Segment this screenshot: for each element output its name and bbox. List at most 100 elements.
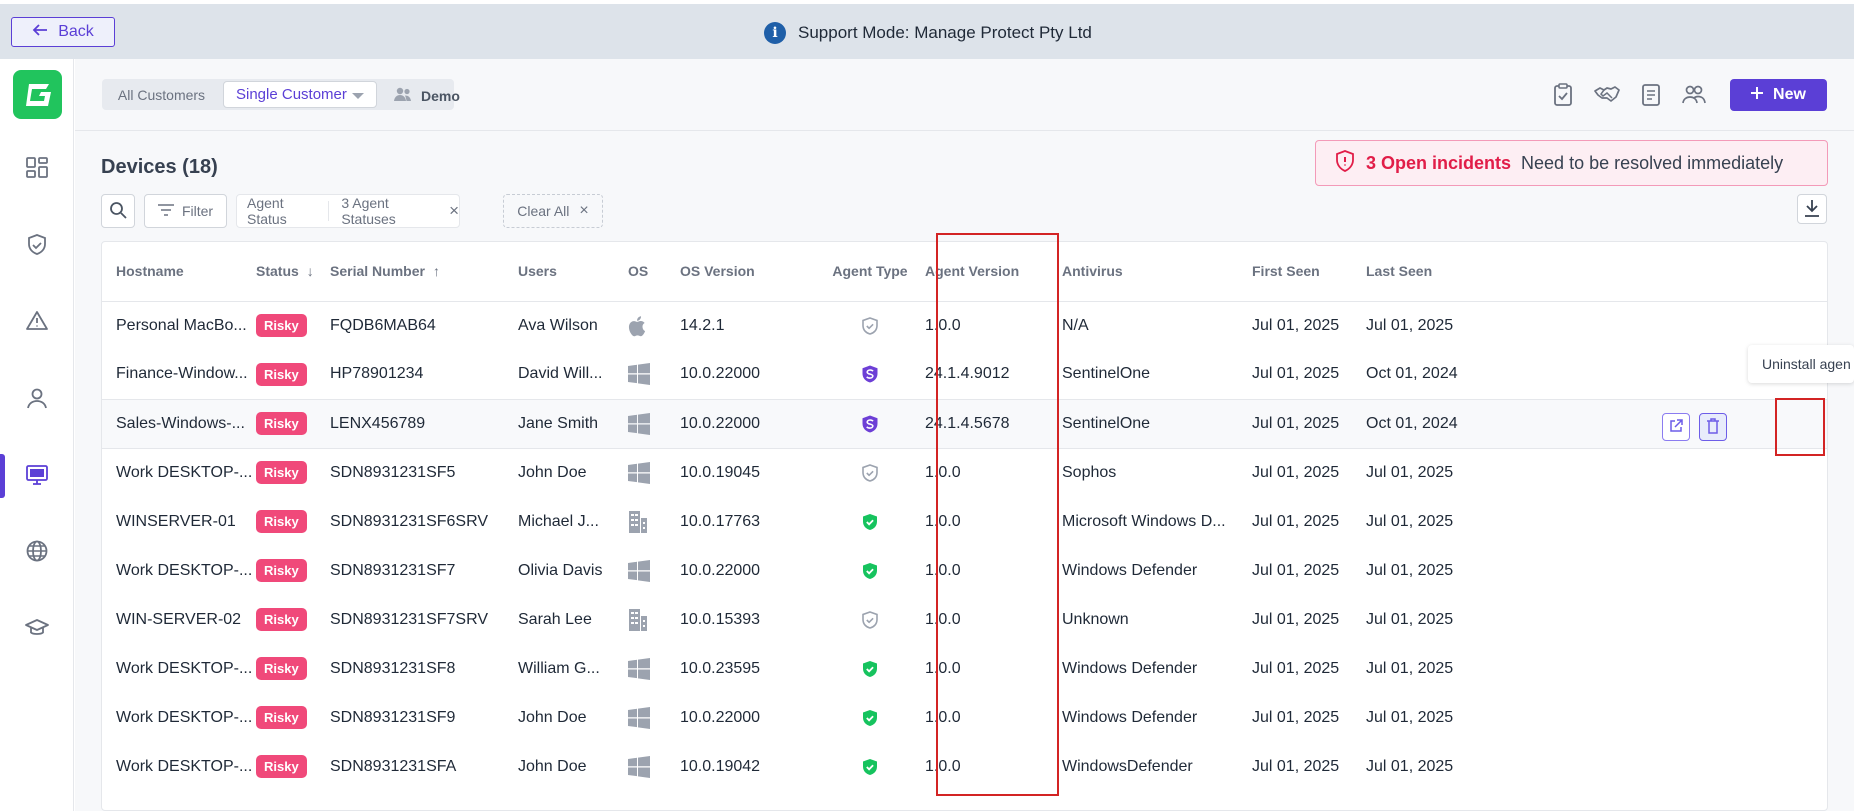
nav-dashboard[interactable] <box>0 147 74 191</box>
cell-actions <box>1486 497 1827 546</box>
cell-user: David Will... <box>518 365 603 383</box>
cell-os <box>628 497 680 546</box>
status-badge: Risky <box>256 706 307 729</box>
cell-serial-number: FQDB6MAB64 <box>330 316 436 334</box>
new-button-label: New <box>1773 86 1806 103</box>
status-badge: Risky <box>256 559 307 582</box>
col-os-version[interactable]: OS Version <box>680 242 820 302</box>
cell-os-version: 10.0.22000 <box>680 365 761 383</box>
table-row[interactable]: Work DESKTOP-... Risky SDN8931231SFA John D… <box>102 742 1827 791</box>
table-header: Hostname Status ↓ Serial Number ↑ Users OS… <box>102 242 1827 302</box>
col-agent-type[interactable]: Agent Type <box>820 242 920 302</box>
external-link-icon <box>1669 418 1683 436</box>
cell-hostname[interactable]: Sales-Windows-... <box>102 398 256 449</box>
table-row[interactable]: Work DESKTOP-... Risky SDN8931231SF8 Willia… <box>102 644 1827 693</box>
cell-hostname[interactable]: Work DESKTOP-... <box>102 742 256 791</box>
all-customers-tab[interactable]: All Customers <box>102 79 221 110</box>
cell-user: John Doe <box>518 757 587 775</box>
close-icon[interactable]: × <box>449 201 459 221</box>
col-agent-version[interactable]: Agent Version <box>920 242 1062 302</box>
partners-button[interactable] <box>1594 83 1620 109</box>
cell-os-version: 10.0.22000 <box>680 561 761 579</box>
col-serial-number[interactable]: Serial Number ↑ <box>330 242 518 302</box>
clipboard-check-button[interactable] <box>1550 82 1576 109</box>
cell-last-seen: Jul 01, 2025 <box>1366 316 1454 334</box>
incident-alert[interactable]: 3 Open incidents Need to be resolved imm… <box>1315 140 1828 186</box>
uninstall-agent-button[interactable] <box>1699 413 1727 441</box>
open-device-button[interactable] <box>1662 413 1690 441</box>
nav-training[interactable] <box>0 607 74 651</box>
col-actions <box>1486 242 1827 302</box>
agent-status-filter-chip[interactable]: Agent Status 3 Agent Statuses × <box>236 194 460 228</box>
dashboard-icon <box>24 155 50 184</box>
search-button[interactable] <box>101 194 135 228</box>
cell-hostname[interactable]: Work DESKTOP-... <box>102 644 256 693</box>
filter-button[interactable]: Filter <box>144 194 227 228</box>
table-row[interactable]: Work DESKTOP-... Risky SDN8931231SF9 John D… <box>102 693 1827 742</box>
cell-hostname[interactable]: Work DESKTOP-... <box>102 693 256 742</box>
cell-hostname[interactable]: Finance-Window... <box>102 350 256 399</box>
clear-all-button[interactable]: Clear All × <box>503 194 603 228</box>
nav-devices[interactable] <box>0 454 74 498</box>
cell-first-seen: Jul 01, 2025 <box>1252 365 1340 383</box>
cell-os-version: 10.0.19042 <box>680 757 761 775</box>
incident-count: 3 Open incidents <box>1366 152 1512 173</box>
download-icon <box>1804 199 1820 220</box>
cell-last-seen: Jul 01, 2025 <box>1366 708 1454 726</box>
team-button[interactable] <box>1681 83 1707 109</box>
cell-status: Risky <box>256 497 330 546</box>
handshake-icon <box>1594 84 1620 109</box>
cell-hostname[interactable]: Work DESKTOP-... <box>102 546 256 595</box>
table-row[interactable]: Personal MacBo... Risky FQDB6MAB64 Ava Wils… <box>102 301 1827 350</box>
cell-actions <box>1486 693 1827 742</box>
globe-icon <box>24 538 50 567</box>
download-button[interactable] <box>1797 194 1827 224</box>
cell-antivirus: Sophos <box>1062 463 1117 481</box>
cell-last-seen: Oct 01, 2024 <box>1366 398 1486 449</box>
table-row[interactable]: Work DESKTOP-... Risky SDN8931231SF5 John D… <box>102 448 1827 497</box>
col-antivirus[interactable]: Antivirus <box>1062 242 1252 302</box>
single-customer-select[interactable]: Single Customer <box>223 81 377 108</box>
cell-agent-type <box>820 398 920 449</box>
nav-users[interactable] <box>0 377 74 421</box>
app-logo[interactable] <box>13 70 62 119</box>
cell-antivirus: WindowsDefender <box>1062 757 1193 775</box>
cell-last-seen: Jul 01, 2025 <box>1366 757 1454 775</box>
col-os[interactable]: OS <box>628 242 680 302</box>
cell-os <box>628 595 680 644</box>
nav-incidents[interactable] <box>0 300 74 344</box>
col-status[interactable]: Status ↓ <box>256 242 330 302</box>
new-button[interactable]: New <box>1730 79 1827 111</box>
top-bar: All Customers Single Customer Demo New <box>75 59 1854 131</box>
cell-hostname[interactable]: Work DESKTOP-... <box>102 448 256 497</box>
documents-button[interactable] <box>1638 83 1664 109</box>
nav-web[interactable] <box>0 530 74 574</box>
cell-agent-type <box>820 448 920 497</box>
shield-outline-icon <box>860 463 880 482</box>
cell-os-version: 10.0.22000 <box>680 398 820 449</box>
col-last-seen[interactable]: Last Seen <box>1366 242 1486 302</box>
cell-first-seen: Jul 01, 2025 <box>1252 708 1340 726</box>
table-row[interactable]: WINSERVER-01 Risky SDN8931231SF6SRV Michael… <box>102 497 1827 546</box>
cell-hostname[interactable]: Personal MacBo... <box>102 301 256 350</box>
col-hostname[interactable]: Hostname <box>102 242 256 302</box>
row-actions <box>1662 413 1727 441</box>
cell-hostname[interactable]: WIN-SERVER-02 <box>102 595 256 644</box>
back-button[interactable]: Back <box>11 17 115 47</box>
col-users[interactable]: Users <box>518 242 628 302</box>
col-first-seen[interactable]: First Seen <box>1252 242 1366 302</box>
cell-actions <box>1486 644 1827 693</box>
cell-status: Risky <box>256 742 330 791</box>
table-row[interactable]: Finance-Window... Risky HP78901234 David Wi… <box>102 350 1827 399</box>
cell-os <box>628 301 680 350</box>
cell-agent-version: 1.0.0 <box>925 561 961 579</box>
table-row[interactable]: Sales-Windows-... Risky LENX456789 Jane Smi… <box>102 398 1827 449</box>
nav-security[interactable] <box>0 224 74 268</box>
sentinelone-icon <box>860 415 880 432</box>
table-row[interactable]: WIN-SERVER-02 Risky SDN8931231SF7SRV Sarah … <box>102 595 1827 644</box>
table-row[interactable]: Work DESKTOP-... Risky SDN8931231SF7 Olivia… <box>102 546 1827 595</box>
cell-status: Risky <box>256 693 330 742</box>
cell-status: Risky <box>256 595 330 644</box>
cell-hostname[interactable]: WINSERVER-01 <box>102 497 256 546</box>
windows-icon <box>628 559 650 582</box>
